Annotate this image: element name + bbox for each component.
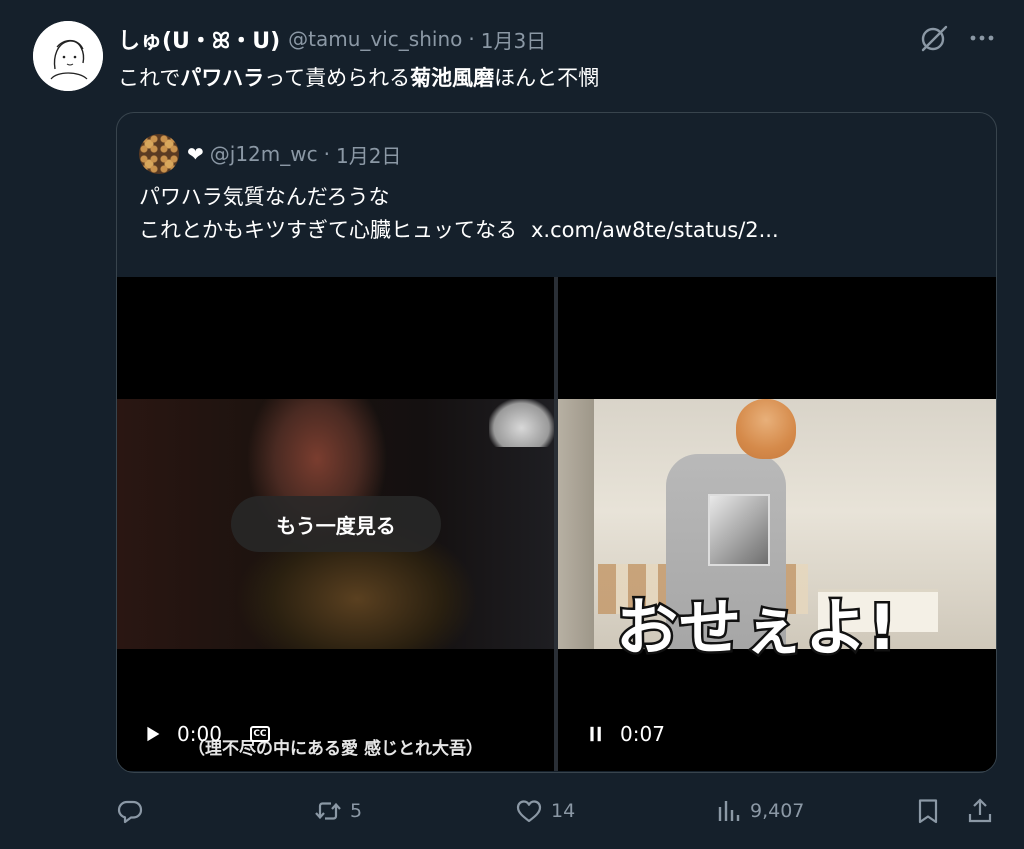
video-time: 0:07 xyxy=(620,722,665,746)
quoted-avatar[interactable] xyxy=(139,134,179,174)
tweet-header: しゅ(U・ꕤ・U) @tamu_vic_shino · 1月3日 xyxy=(118,24,546,54)
tweet-date[interactable]: 1月3日 xyxy=(481,25,546,54)
video-caption: おせぇよ! xyxy=(613,589,898,667)
pause-icon[interactable] xyxy=(588,723,608,745)
bookmark-button[interactable] xyxy=(914,791,942,831)
separator-dot: · xyxy=(468,27,475,51)
heart-emoji-icon: ❤ xyxy=(187,142,204,166)
video-player-left[interactable]: （理不尽の中にある愛 感じとれ大吾） もう一度見る 0:00 CC xyxy=(117,277,554,771)
quoted-user-handle[interactable]: @j12m_wc xyxy=(210,142,318,166)
person-head-image xyxy=(736,399,796,459)
video-frame-right: おせぇよ! xyxy=(558,399,996,667)
play-icon[interactable] xyxy=(145,723,165,745)
avatar-drawing-icon xyxy=(33,21,103,91)
quoted-tweet[interactable]: ❤ @j12m_wc · 1月2日 パワハラ気質なんだろうな これとかもキツすぎ… xyxy=(116,112,997,773)
views-icon xyxy=(718,801,740,821)
heart-icon xyxy=(516,800,542,823)
quoted-text-line-2: これとかもキツすぎて心臓ヒュッてなる x.com/aw8te/status/2..… xyxy=(139,214,779,247)
tweet-text: これでパワハラって責められる菊池風磨ほんと不憫 xyxy=(118,62,599,92)
shirt-print-image xyxy=(708,494,770,566)
door-image xyxy=(558,399,594,649)
replay-button[interactable]: もう一度見る xyxy=(231,496,441,552)
grok-icon[interactable] xyxy=(918,22,950,54)
tweet-text-segment: ほんと不憫 xyxy=(494,66,600,90)
quoted-tweet-date[interactable]: 1月2日 xyxy=(336,140,401,169)
car-image xyxy=(489,399,554,447)
share-icon xyxy=(968,798,992,823)
tweet: しゅ(U・ꕤ・U) @tamu_vic_shino · 1月3日 これでパワハラ… xyxy=(0,0,1024,849)
reply-icon xyxy=(117,800,143,824)
retweet-button[interactable]: 5 xyxy=(314,791,362,831)
video-controls-left: 0:00 CC xyxy=(145,721,270,747)
tweet-text-segment: って責められる xyxy=(264,66,411,90)
display-name[interactable]: しゅ(U・ꕤ・U) xyxy=(118,23,280,55)
like-count: 14 xyxy=(551,800,576,822)
separator-dot: · xyxy=(323,142,330,166)
views-button[interactable]: 9,407 xyxy=(714,791,804,831)
action-bar: 5 14 9,407 xyxy=(0,791,1024,831)
quoted-tweet-text: パワハラ気質なんだろうな これとかもキツすぎて心臓ヒュッてなる x.com/aw8… xyxy=(139,181,779,247)
retweet-icon xyxy=(315,802,341,820)
like-button[interactable]: 14 xyxy=(515,791,575,831)
media-grid: （理不尽の中にある愛 感じとれ大吾） もう一度見る 0:00 CC おせぇよ! … xyxy=(117,277,996,771)
video-time: 0:00 xyxy=(177,722,222,746)
share-button[interactable] xyxy=(966,791,994,831)
quoted-text-line: パワハラ気質なんだろうな xyxy=(139,185,390,209)
views-count: 9,407 xyxy=(750,800,805,822)
tweet-text-bold-segment[interactable]: パワハラ xyxy=(180,66,264,90)
bookmark-icon xyxy=(918,799,938,824)
captions-icon[interactable]: CC xyxy=(249,726,270,742)
quoted-text-line: これとかもキツすぎて心臓ヒュッてなる xyxy=(139,218,517,242)
reply-button[interactable] xyxy=(116,791,144,831)
tweet-text-bold-segment[interactable]: 菊池風磨 xyxy=(410,66,494,90)
video-controls-right: 0:07 xyxy=(588,721,665,747)
video-player-right[interactable]: おせぇよ! 0:07 xyxy=(558,277,996,771)
retweet-count: 5 xyxy=(350,800,363,822)
more-icon[interactable] xyxy=(966,24,998,52)
user-handle[interactable]: @tamu_vic_shino xyxy=(288,27,462,51)
quoted-tweet-header: ❤ @j12m_wc · 1月2日 xyxy=(139,134,401,174)
quoted-link[interactable]: x.com/aw8te/status/2... xyxy=(531,218,779,242)
avatar[interactable] xyxy=(33,21,103,91)
tweet-text-segment: これで xyxy=(118,66,181,90)
